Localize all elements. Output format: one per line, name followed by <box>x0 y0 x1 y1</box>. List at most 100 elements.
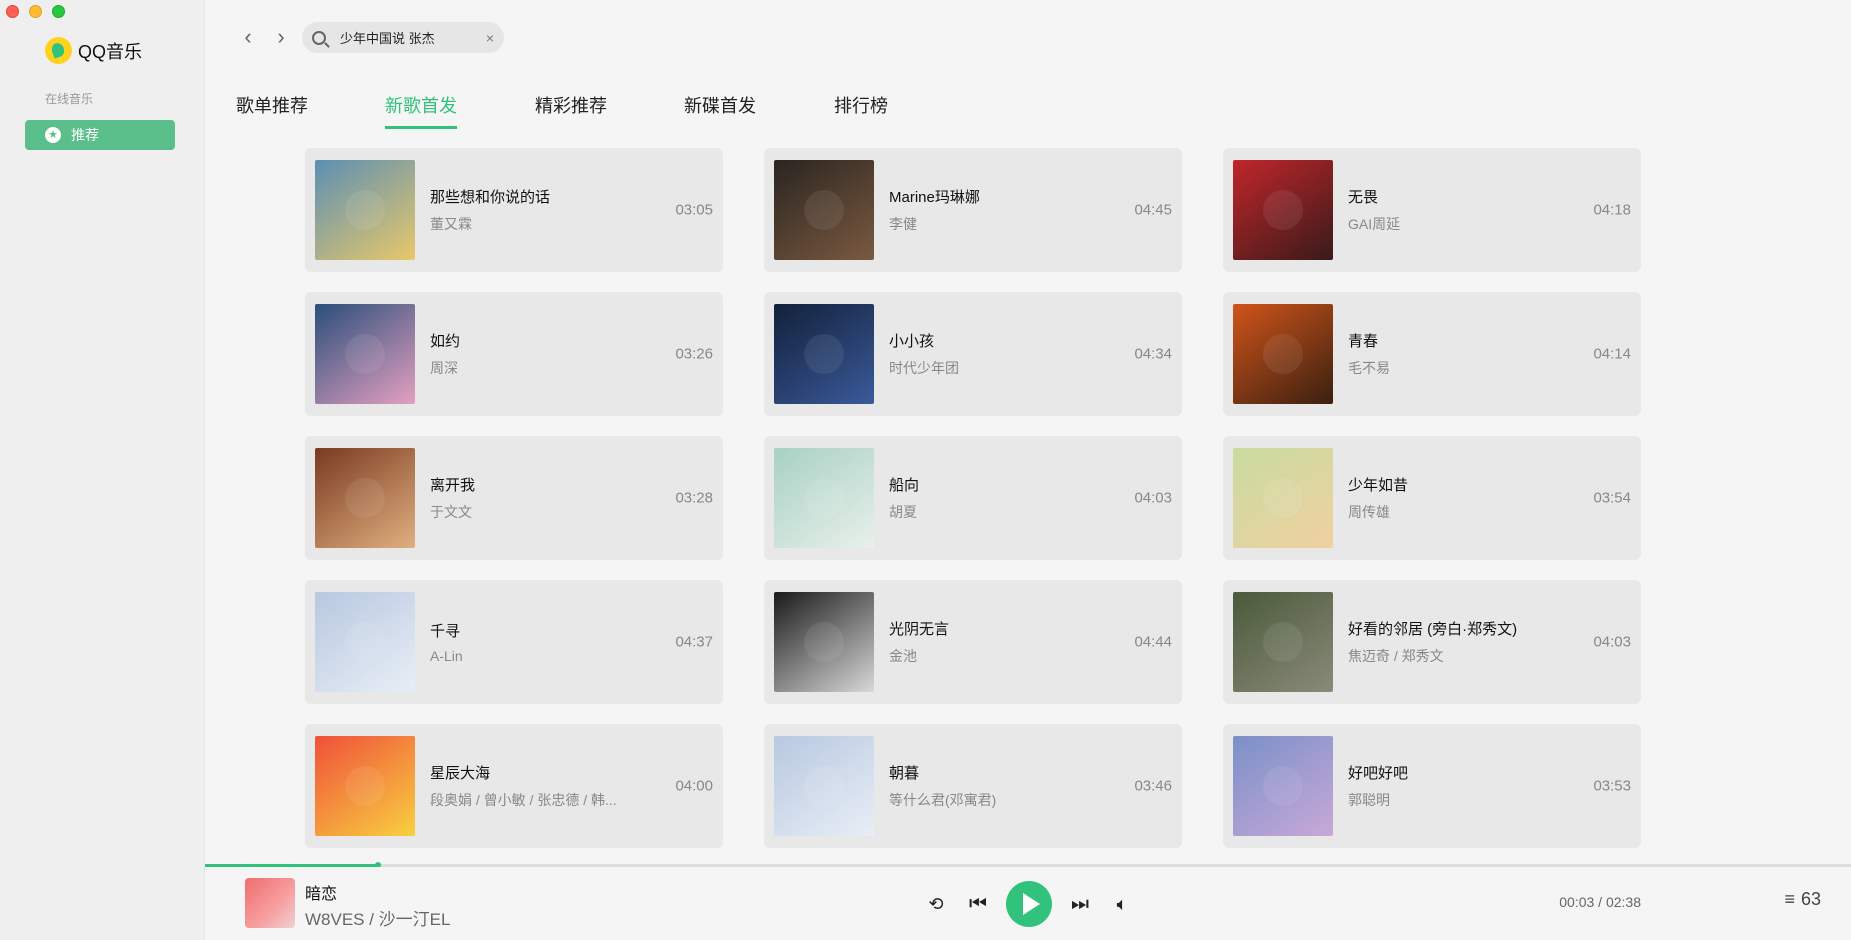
album-cover[interactable] <box>774 160 874 260</box>
song-card[interactable]: 离开我 于文文 03:28 <box>305 436 723 560</box>
tab-playlist-recommend[interactable]: 歌单推荐 <box>236 92 308 126</box>
album-cover[interactable] <box>1233 160 1333 260</box>
tab-new-albums[interactable]: 新碟首发 <box>684 92 756 126</box>
song-duration: 04:03 <box>1134 489 1172 507</box>
song-artist[interactable]: 等什么君(邓寓君) <box>889 790 1109 810</box>
tab-charts[interactable]: 排行榜 <box>834 92 888 126</box>
song-card[interactable]: 朝暮 等什么君(邓寓君) 03:46 <box>764 724 1182 848</box>
album-cover[interactable] <box>774 736 874 836</box>
song-artist[interactable]: 胡夏 <box>889 502 1109 522</box>
tab-featured[interactable]: 精彩推荐 <box>535 92 607 126</box>
sidebar-item-recommend[interactable]: ★ 推荐 <box>25 120 175 150</box>
song-title: 少年如昔 <box>1348 477 1409 494</box>
previous-track-icon[interactable]: ⏮ <box>964 890 992 918</box>
song-card[interactable]: 小小孩 时代少年团 04:34 <box>764 292 1182 416</box>
song-artist[interactable]: 于文文 <box>430 502 650 522</box>
song-duration: 03:05 <box>675 201 713 219</box>
song-info: 小小孩 时代少年团 <box>889 330 1109 378</box>
song-info: 少年如昔 周传雄 <box>1348 474 1568 522</box>
song-title: 船向 <box>889 477 920 494</box>
song-title: Marine玛琳娜 <box>889 189 980 206</box>
app-logo: QQ音乐 <box>45 37 142 64</box>
song-artist[interactable]: 时代少年团 <box>889 358 1109 378</box>
song-card[interactable]: 无畏 GAI周延 04:18 <box>1223 148 1641 272</box>
sidebar-section-label: 在线音乐 <box>45 92 94 106</box>
song-card[interactable]: 千寻 A-Lin 04:37 <box>305 580 723 704</box>
song-card[interactable]: 青春 毛不易 04:14 <box>1223 292 1641 416</box>
song-artist[interactable]: 段奥娟 / 曾小敏 / 张忠德 / 韩... <box>430 790 650 810</box>
song-duration: 04:18 <box>1593 201 1631 219</box>
song-artist[interactable]: 李健 <box>889 214 1109 234</box>
playlist-icon: ≡ <box>1784 889 1795 909</box>
album-cover[interactable] <box>1233 592 1333 692</box>
song-duration: 03:53 <box>1593 777 1631 795</box>
song-artist[interactable]: 金池 <box>889 646 1109 666</box>
song-card[interactable]: Marine玛琳娜李健 04:45 <box>764 148 1182 272</box>
song-title: 如约 <box>430 333 461 350</box>
song-card[interactable]: 光阴无言 金池 04:44 <box>764 580 1182 704</box>
song-duration: 04:34 <box>1134 345 1172 363</box>
star-icon: ★ <box>45 127 61 143</box>
song-duration: 03:26 <box>675 345 713 363</box>
song-title: 好看的邻居 (旁白·郑秀文) <box>1348 621 1518 638</box>
song-title: 千寻 <box>430 623 461 640</box>
window-close-button[interactable] <box>6 5 19 18</box>
song-card[interactable]: 好吧好吧 郭聪明 03:53 <box>1223 724 1641 848</box>
song-duration: 03:46 <box>1134 777 1172 795</box>
album-cover[interactable] <box>1233 448 1333 548</box>
song-artist[interactable]: GAI周延 <box>1348 214 1568 234</box>
clear-search-icon[interactable]: × <box>486 30 494 46</box>
song-card[interactable]: 少年如昔 周传雄 03:54 <box>1223 436 1641 560</box>
song-title: 那些想和你说的话 <box>430 189 551 206</box>
song-artist[interactable]: A-Lin <box>430 648 650 664</box>
next-track-icon[interactable]: ⏭ <box>1066 890 1094 918</box>
search-input[interactable] <box>340 30 470 45</box>
album-cover[interactable] <box>315 448 415 548</box>
song-info: 好看的邻居 (旁白·郑秀文) 焦迈奇 / 郑秀文 <box>1348 618 1568 666</box>
playlist-button[interactable]: ≡ 63 <box>1784 889 1821 910</box>
album-cover[interactable] <box>1233 736 1333 836</box>
album-cover[interactable] <box>774 304 874 404</box>
volume-icon[interactable]: 🔈︎ <box>1108 890 1136 918</box>
song-card[interactable]: 星辰大海 段奥娟 / 曾小敏 / 张忠德 / 韩... 04:00 <box>305 724 723 848</box>
song-card[interactable]: 那些想和你说的话董又霖 03:05 <box>305 148 723 272</box>
tab-new-songs[interactable]: 新歌首发 <box>385 92 457 129</box>
forward-arrow-icon[interactable]: › <box>271 24 291 49</box>
song-duration: 03:28 <box>675 489 713 507</box>
album-cover[interactable] <box>315 160 415 260</box>
song-info: 星辰大海 段奥娟 / 曾小敏 / 张忠德 / 韩... <box>430 762 650 810</box>
song-artist[interactable]: 周深 <box>430 358 650 378</box>
song-card[interactable]: 好看的邻居 (旁白·郑秀文) 焦迈奇 / 郑秀文 04:03 <box>1223 580 1641 704</box>
window-minimize-button[interactable] <box>29 5 42 18</box>
play-button[interactable] <box>1006 881 1052 927</box>
album-cover[interactable] <box>774 448 874 548</box>
song-info: 船向 胡夏 <box>889 474 1109 522</box>
song-artist[interactable]: 周传雄 <box>1348 502 1568 522</box>
song-card[interactable]: 如约周深 03:26 <box>305 292 723 416</box>
song-duration: 04:14 <box>1593 345 1631 363</box>
song-duration: 04:45 <box>1134 201 1172 219</box>
now-playing-cover[interactable] <box>245 878 295 928</box>
now-playing-title: 暗恋 <box>305 886 338 903</box>
window-controls <box>6 5 65 18</box>
song-info: 光阴无言 金池 <box>889 618 1109 666</box>
app-name: QQ音乐 <box>78 41 143 62</box>
song-card[interactable]: 船向胡夏 04:03 <box>764 436 1182 560</box>
album-cover[interactable] <box>315 304 415 404</box>
song-artist[interactable]: 郭聪明 <box>1348 790 1568 810</box>
search-bar: × <box>302 22 504 53</box>
song-artist[interactable]: 焦迈奇 / 郑秀文 <box>1348 646 1568 666</box>
song-title: 无畏 <box>1348 189 1379 206</box>
back-arrow-icon[interactable]: ‹ <box>238 24 258 49</box>
loop-mode-icon[interactable]: ⟲ <box>922 890 950 918</box>
playback-controls: ⟲ ⏮ ⏭ 🔈︎ <box>922 881 1136 927</box>
sidebar-item-label: 推荐 <box>71 127 99 143</box>
album-cover[interactable] <box>315 736 415 836</box>
album-cover[interactable] <box>1233 304 1333 404</box>
song-artist[interactable]: 董又霖 <box>430 214 650 234</box>
window-maximize-button[interactable] <box>52 5 65 18</box>
album-cover[interactable] <box>315 592 415 692</box>
album-cover[interactable] <box>774 592 874 692</box>
sidebar: QQ音乐 在线音乐 ★ 推荐 <box>0 0 205 940</box>
song-artist[interactable]: 毛不易 <box>1348 358 1568 378</box>
